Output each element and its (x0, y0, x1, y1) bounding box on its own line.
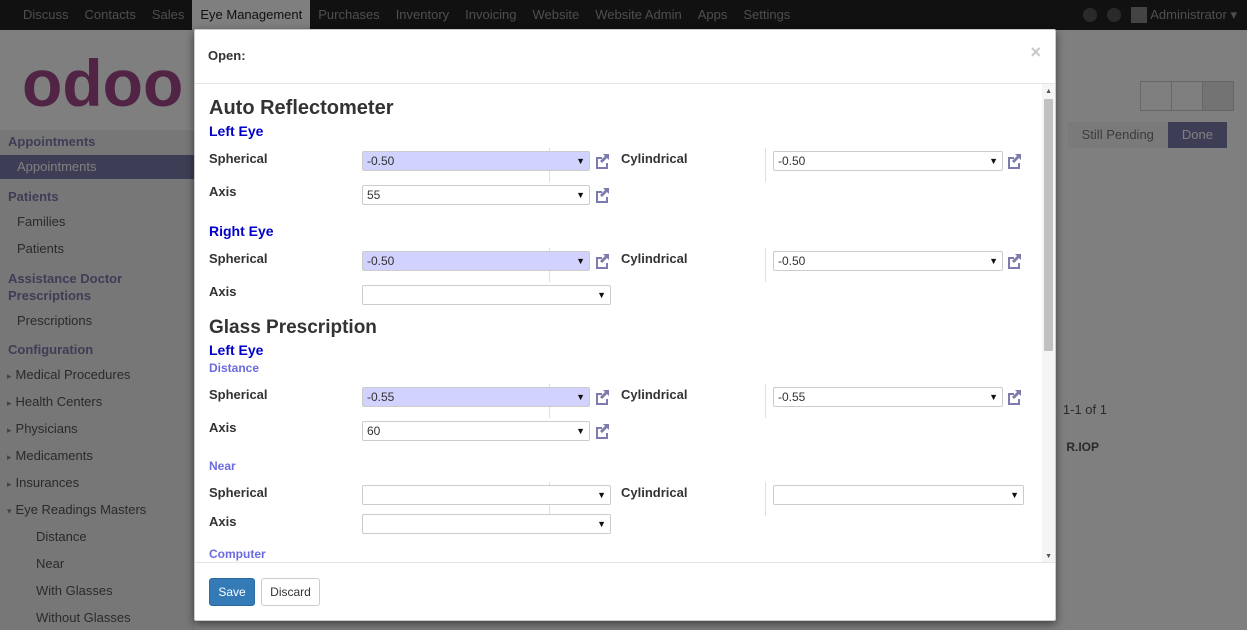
gp-distance-axis-label: Axis (209, 420, 237, 435)
ar-right-axis-select[interactable]: ▼ (362, 285, 611, 305)
scroll-down-icon[interactable]: ▼ (1045, 553, 1052, 560)
modal-scrollbar[interactable]: ▲ ▼ (1042, 84, 1055, 562)
gp-near-cylindrical-select[interactable]: ▼ (773, 485, 1024, 505)
dropdown-arrow-icon: ▼ (989, 256, 998, 266)
gp-near-axis-select[interactable]: ▼ (362, 514, 611, 534)
gp-left-eye-heading: Left Eye (209, 342, 264, 358)
section-glass-prescription: Glass Prescription (209, 317, 377, 338)
discard-button[interactable]: Discard (261, 578, 320, 606)
external-link-icon[interactable] (1005, 388, 1023, 406)
dropdown-arrow-icon: ▼ (989, 392, 998, 402)
dropdown-arrow-icon: ▼ (989, 156, 998, 166)
gp-near-spherical-label: Spherical (209, 485, 268, 500)
dropdown-arrow-icon: ▼ (597, 490, 606, 500)
dropdown-arrow-icon: ▼ (576, 190, 585, 200)
ar-left-cylindrical-label: Cylindrical (621, 151, 688, 166)
external-link-icon[interactable] (1005, 152, 1023, 170)
select-value: -0.55 (778, 390, 806, 404)
dropdown-arrow-icon: ▼ (576, 426, 585, 436)
divider (765, 384, 766, 418)
modal-title: Open: (208, 48, 246, 63)
gp-distance-cylindrical-label: Cylindrical (621, 387, 688, 402)
open-dialog: Open: × Auto Reflectometer Left Eye Sphe… (194, 29, 1056, 621)
modal-body: Auto Reflectometer Left Eye Spherical -0… (195, 84, 1055, 562)
ar-left-axis-select[interactable]: 55 ▼ (362, 185, 590, 205)
external-link-icon[interactable] (1005, 252, 1023, 270)
divider (765, 482, 766, 516)
form-content: Auto Reflectometer Left Eye Spherical -0… (195, 84, 1041, 562)
select-value: -0.50 (778, 254, 806, 268)
ar-left-spherical-select[interactable]: -0.50 ▼ (362, 151, 590, 171)
dropdown-arrow-icon: ▼ (597, 519, 606, 529)
ar-right-cylindrical-label: Cylindrical (621, 251, 688, 266)
scroll-thumb[interactable] (1044, 99, 1053, 351)
dropdown-arrow-icon: ▼ (576, 156, 585, 166)
external-link-icon[interactable] (593, 152, 611, 170)
divider (765, 248, 766, 282)
modal-header: Open: × (195, 30, 1055, 84)
gp-near-heading: Near (209, 459, 236, 473)
section-auto-reflectometer: Auto Reflectometer (209, 97, 394, 119)
modal-footer: Save Discard (195, 562, 1055, 621)
gp-near-cylindrical-label: Cylindrical (621, 485, 688, 500)
gp-near-axis-label: Axis (209, 514, 237, 529)
gp-near-spherical-select[interactable]: ▼ (362, 485, 611, 505)
select-value: -0.50 (367, 154, 395, 168)
gp-computer-heading: Computer (209, 547, 266, 561)
gp-distance-axis-select[interactable]: 60 ▼ (362, 421, 590, 441)
ar-left-cylindrical-select[interactable]: -0.50 ▼ (773, 151, 1003, 171)
ar-right-axis-label: Axis (209, 284, 237, 299)
gp-distance-spherical-select[interactable]: -0.55 ▼ (362, 387, 590, 407)
ar-right-eye-heading: Right Eye (209, 223, 274, 239)
dropdown-arrow-icon: ▼ (576, 392, 585, 402)
ar-left-axis-label: Axis (209, 184, 237, 199)
ar-right-cylindrical-select[interactable]: -0.50 ▼ (773, 251, 1003, 271)
select-value: -0.55 (367, 390, 395, 404)
dropdown-arrow-icon: ▼ (576, 256, 585, 266)
scroll-up-icon[interactable]: ▲ (1045, 88, 1052, 95)
external-link-icon[interactable] (593, 388, 611, 406)
external-link-icon[interactable] (593, 422, 611, 440)
gp-distance-spherical-label: Spherical (209, 387, 268, 402)
ar-left-eye-heading: Left Eye (209, 123, 264, 139)
select-value: -0.50 (367, 254, 395, 268)
ar-right-spherical-label: Spherical (209, 251, 268, 266)
dropdown-arrow-icon: ▼ (597, 290, 606, 300)
gp-distance-heading: Distance (209, 361, 260, 375)
select-value: 55 (367, 188, 381, 202)
close-icon[interactable]: × (1030, 42, 1041, 63)
select-value: 60 (367, 424, 381, 438)
divider (765, 148, 766, 182)
gp-distance-cylindrical-select[interactable]: -0.55 ▼ (773, 387, 1003, 407)
external-link-icon[interactable] (593, 252, 611, 270)
save-button[interactable]: Save (209, 578, 255, 606)
external-link-icon[interactable] (593, 186, 611, 204)
select-value: -0.50 (778, 154, 806, 168)
dropdown-arrow-icon: ▼ (1010, 490, 1019, 500)
ar-right-spherical-select[interactable]: -0.50 ▼ (362, 251, 590, 271)
ar-left-spherical-label: Spherical (209, 151, 268, 166)
